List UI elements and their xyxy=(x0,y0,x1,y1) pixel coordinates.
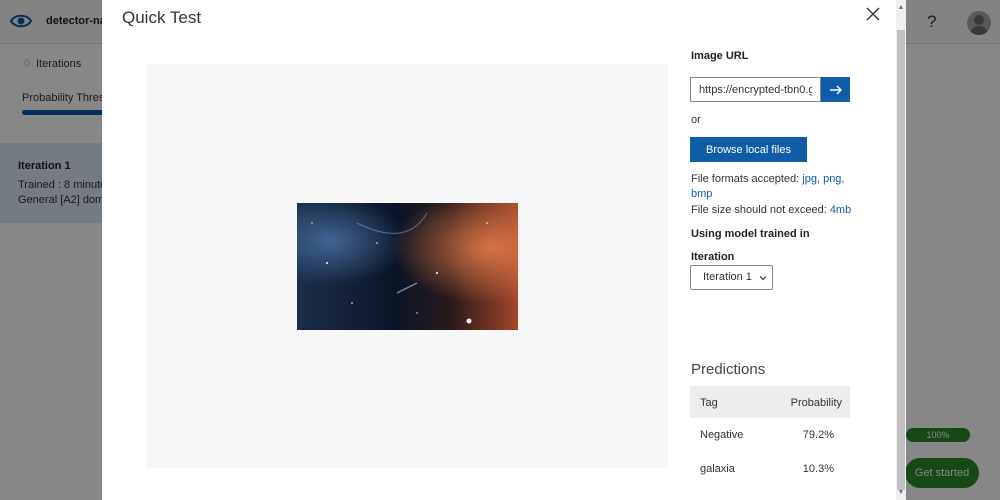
dialog-title: Quick Test xyxy=(122,8,202,27)
size-label: File size should not exceed: xyxy=(691,204,827,216)
row-probability: 10.3% xyxy=(802,463,834,475)
scroll-up-arrow[interactable]: ▲ xyxy=(896,4,906,11)
size-info: File size should not exceed: 4mb xyxy=(691,204,851,216)
chevron-down-icon xyxy=(759,276,767,281)
table-row: Negative 79.2% xyxy=(690,418,850,452)
image-preview-area xyxy=(146,64,668,468)
scroll-down-arrow[interactable]: ▼ xyxy=(896,489,906,496)
iteration-label: Iteration xyxy=(691,251,735,263)
test-image xyxy=(297,203,518,330)
header-tag: Tag xyxy=(700,397,718,409)
formats-info: File formats accepted: jpg, png, xyxy=(691,173,844,185)
predictions-header-row: Tag Probability xyxy=(690,386,850,418)
quick-test-dialog: Quick Test Image URL https://encrypted-t… xyxy=(102,0,906,500)
formats-label: File formats accepted: xyxy=(691,173,800,185)
row-tag: galaxia xyxy=(700,463,735,475)
close-icon[interactable] xyxy=(865,6,881,22)
or-label: or xyxy=(691,114,701,126)
submit-url-button[interactable] xyxy=(821,77,850,102)
scroll-thumb[interactable] xyxy=(897,30,905,490)
iteration-select[interactable]: Iteration 1 xyxy=(690,265,773,290)
browse-local-files-button[interactable]: Browse local files xyxy=(690,137,807,162)
image-url-label: Image URL xyxy=(691,50,749,62)
dialog-scrollbar[interactable]: ▲ ▼ xyxy=(896,0,906,500)
predictions-title: Predictions xyxy=(691,361,766,378)
formats-list-continued: bmp xyxy=(691,188,713,200)
predictions-table: Tag Probability Negative 79.2% galaxia 1… xyxy=(690,386,850,486)
arrow-right-icon xyxy=(829,85,842,94)
image-url-input[interactable] xyxy=(690,77,821,102)
table-row: galaxia 10.3% xyxy=(690,452,850,486)
iteration-select-value: Iteration 1 xyxy=(703,271,752,283)
header-probability: Probability xyxy=(790,397,842,409)
size-limit: 4mb xyxy=(829,204,852,216)
formats-list: jpg, png, xyxy=(802,173,845,185)
row-tag: Negative xyxy=(700,429,744,441)
model-label: Using model trained in xyxy=(691,228,810,240)
row-probability: 79.2% xyxy=(802,429,834,441)
